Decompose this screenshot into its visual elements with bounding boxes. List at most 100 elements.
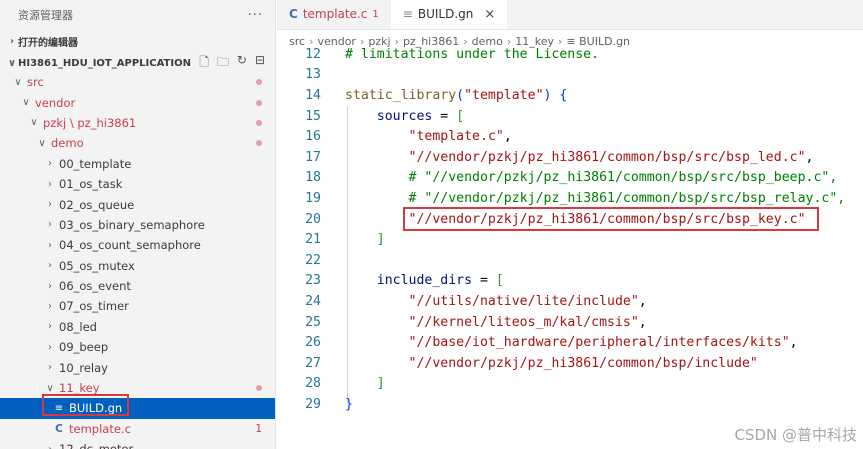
line-number: 22 [305, 252, 321, 268]
tree-item[interactable]: ∨ demo [0, 133, 275, 153]
tab-build-gn[interactable]: ≡ BUILD.gn × [390, 0, 508, 29]
code-token: ] [376, 376, 385, 392]
line-number: 14 [305, 87, 321, 103]
explorer-sidebar: 资源管理器 ··· › 打开的编辑器 ∨ HI3861_HDU_IOT_APPL… [0, 0, 276, 449]
code-token: , [805, 149, 814, 165]
code-text: static_library("template") { [321, 88, 567, 103]
code-token: "template.c" [408, 129, 504, 145]
code-text: "//kernel/liteos_m/kal/cmsis", [321, 315, 647, 330]
tree-item[interactable]: ∨ vendor [0, 92, 275, 112]
tree-item-label: pzkj \ pz_hi3861 [43, 115, 137, 130]
code-line: 25 "//kernel/liteos_m/kal/cmsis", [277, 312, 863, 333]
code-token: "//kernel/liteos_m/kal/cmsis" [408, 314, 639, 330]
chevron-right-icon: › [48, 199, 52, 211]
line-number: 12 [305, 46, 321, 62]
code-token: [ [495, 273, 504, 289]
chevron-right-icon: › [48, 300, 52, 312]
tree-item[interactable]: ∨ 11_key [0, 378, 275, 398]
code-token: ] [376, 232, 385, 248]
chevron-right-icon: › [48, 239, 52, 251]
code-token: , [503, 129, 512, 145]
line-number: 28 [305, 376, 321, 392]
tree-item[interactable]: › 08_led [0, 317, 275, 337]
tab-template-c[interactable]: C template.c 1 [277, 0, 391, 29]
explorer-header: 资源管理器 ··· [0, 0, 275, 30]
tree-item-label: BUILD.gn [69, 401, 123, 416]
refresh-icon[interactable]: ↻ [237, 53, 247, 74]
gn-file-icon: ≡ [54, 402, 64, 414]
code-line: 24 "//utils/native/lite/include", [277, 291, 863, 312]
tree-item[interactable]: ›12_dc_motor [0, 439, 275, 449]
code-token: "//vendor/pzkj/pz_hi3861/common/bsp/src/… [408, 149, 806, 165]
chevron-right-icon: › [44, 444, 56, 449]
problem-count-badge: 1 [255, 422, 262, 435]
modified-dot-icon [256, 119, 262, 126]
tree-item[interactable]: › 05_os_mutex [0, 256, 275, 276]
code-line: 22 [277, 250, 863, 271]
chevron-down-icon: ∨ [38, 137, 46, 149]
chevron-down-icon: ∨ [46, 382, 54, 394]
tree-item-label: src [27, 75, 44, 90]
line-number: 26 [305, 335, 321, 351]
code-line: 20 "//vendor/pzkj/pz_hi3861/common/bsp/s… [277, 209, 863, 230]
code-token: # "//vendor/pzkj/pz_hi3861/common/bsp/sr… [408, 190, 846, 206]
tree-item-label: 11_key [59, 381, 100, 396]
tree-item[interactable]: ≡ BUILD.gn [0, 398, 275, 419]
code-line: 14 static_library("template") { [277, 85, 863, 106]
tree-item[interactable]: › 03_os_binary_semaphore [0, 215, 275, 235]
code-text: "template.c", [321, 129, 512, 144]
tree-item-label: 10_relay [59, 360, 108, 375]
new-folder-icon[interactable]: 🗀 [217, 53, 229, 74]
tree-item[interactable]: ∨ src [0, 72, 275, 92]
workspace-root[interactable]: ∨ HI3861_HDU_IOT_APPLICATION 🗋 🗀 ↻ ⊟ [0, 52, 275, 74]
tree-item[interactable]: Ctemplate.c 1 [0, 419, 275, 439]
code-token: # "//vendor/pzkj/pz_hi3861/common/bsp/sr… [408, 170, 838, 186]
problem-count-badge: 1 [372, 8, 379, 20]
line-number: 18 [305, 170, 321, 186]
tree-item[interactable]: › 00_template [0, 154, 275, 174]
new-file-icon[interactable]: 🗋 [199, 53, 209, 74]
gn-file-icon: ≡ [402, 7, 413, 21]
tree-item-label: 12_dc_motor [59, 442, 133, 449]
chevron-right-icon: › [48, 219, 52, 231]
code-line: 28 ] [277, 374, 863, 395]
c-file-icon: C [289, 7, 298, 21]
tree-item[interactable]: › 01_os_task [0, 174, 275, 194]
tree-item[interactable]: › 09_beep [0, 337, 275, 357]
chevron-right-icon: › [48, 280, 52, 292]
tree-item-label: 07_os_timer [59, 299, 129, 314]
tree-item[interactable]: ∨ pzkj \ pz_hi3861 [0, 113, 275, 133]
tree-item[interactable]: › 10_relay [0, 357, 275, 377]
tree-item[interactable]: › 07_os_timer [0, 296, 275, 316]
tab-label: template.c [302, 7, 368, 21]
close-icon[interactable]: × [484, 7, 495, 22]
code-token: , [789, 335, 798, 351]
collapse-all-icon[interactable]: ⊟ [255, 53, 265, 74]
modified-dot-icon [256, 385, 262, 392]
modified-dot-icon [256, 79, 262, 86]
code-token: [ [456, 108, 465, 124]
tree-item-label: vendor [35, 95, 76, 110]
open-editors-section[interactable]: › 打开的编辑器 [0, 30, 275, 52]
explorer-title: 资源管理器 [18, 9, 73, 22]
tree-item[interactable]: › 06_os_event [0, 276, 275, 296]
tree-item-label: 05_os_mutex [59, 258, 135, 273]
file-tree: ∨ src ∨ vendor ∨ pzkj \ pz_hi3861 ∨ demo › 00_tem… [0, 72, 275, 449]
chevron-right-icon: › [48, 158, 52, 170]
code-text: "//vendor/pzkj/pz_hi3861/common/bsp/incl… [321, 356, 758, 371]
code-line: 12 # limitations under the License. [277, 44, 863, 65]
tree-item[interactable]: › 04_os_count_semaphore [0, 235, 275, 255]
chevron-right-icon: › [48, 178, 52, 190]
code-view[interactable]: 12 # limitations under the License. 13 14st… [277, 44, 863, 415]
chevron-down-icon: ∨ [22, 97, 30, 109]
line-number: 20 [305, 211, 321, 227]
code-token: , [638, 314, 647, 330]
more-actions-icon[interactable]: ··· [248, 8, 263, 23]
tree-item[interactable]: › 02_os_queue [0, 194, 275, 214]
watermark: CSDN @普中科技 [734, 426, 857, 444]
tree-item-label: demo [51, 136, 84, 151]
code-line: 16 "template.c", [277, 126, 863, 147]
code-token: "template" [464, 87, 544, 103]
code-line: 17 "//vendor/pzkj/pz_hi3861/common/bsp/s… [277, 147, 863, 168]
code-token: "//vendor/pzkj/pz_hi3861/common/bsp/src/… [408, 211, 806, 227]
